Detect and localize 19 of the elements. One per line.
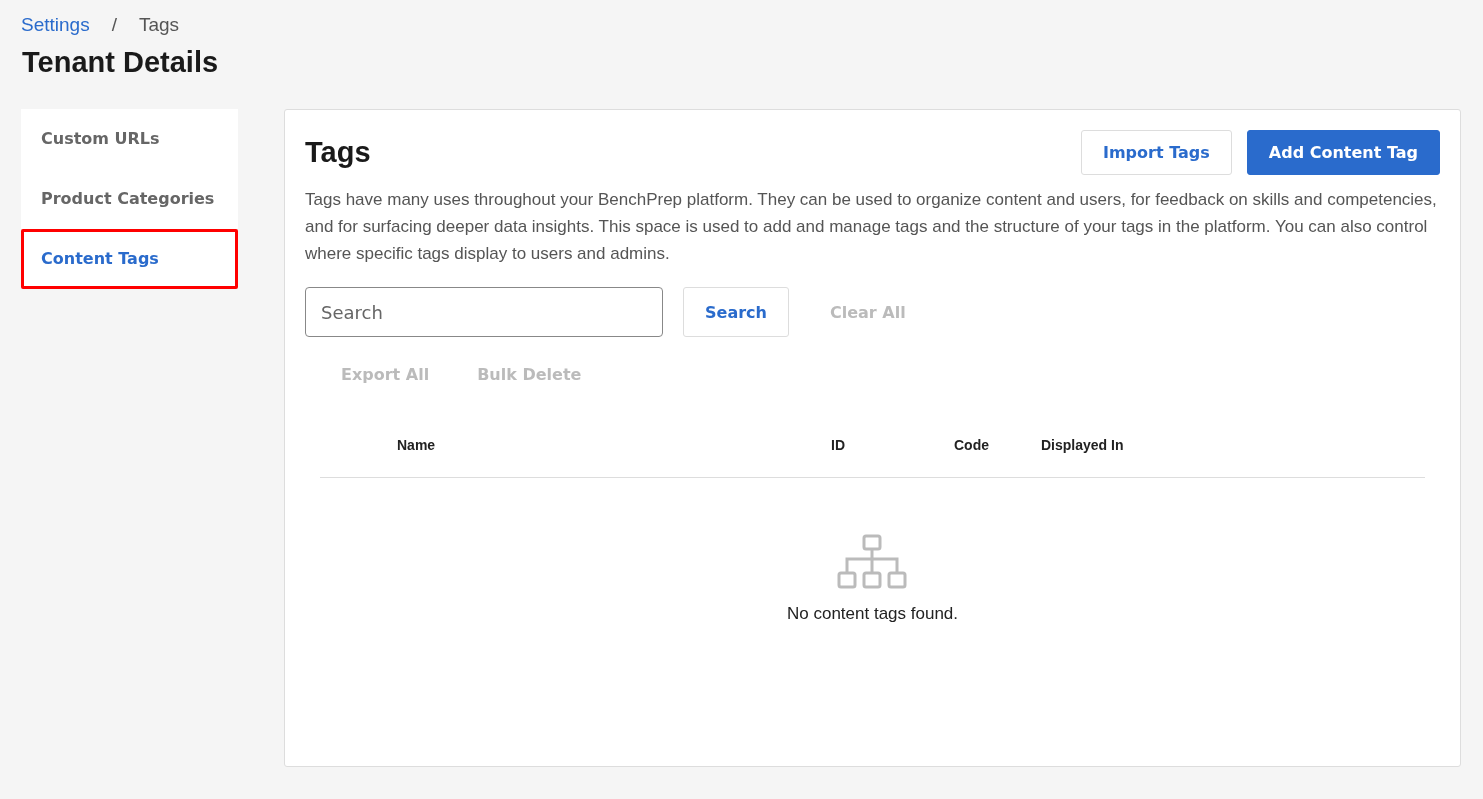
description-text: Tags have many uses throughout your BenchPrep platform. They can be used to organize content and users, for feedback on skills and competencies, and for surfacing deeper data insights. This space is used to add and manage tags and the structure of your tags in the platform. You can also control where specific tags display to users and admins.	[305, 189, 1438, 265]
search-field[interactable]: Search	[305, 287, 663, 337]
empty-message: No content tags found.	[786, 604, 959, 624]
add-button[interactable]: Add Content Tag	[1246, 130, 1440, 175]
page-title: Tenant Details	[22, 46, 220, 79]
hierarchy-icon	[836, 534, 909, 590]
panel-title: Tags	[305, 136, 371, 169]
breadcrumb-separator: /	[111, 14, 117, 36]
column-header: Code	[954, 437, 989, 453]
breadcrumb-current: Tags	[138, 14, 180, 36]
column-header: Name	[397, 437, 436, 453]
sidebar-item[interactable]: Product Categories	[21, 169, 238, 229]
import-button[interactable]: Import Tags	[1081, 130, 1232, 175]
search-button[interactable]: Search	[683, 287, 789, 337]
column-header: ID	[831, 437, 845, 453]
sidebar-item[interactable]: Custom URLs	[21, 109, 238, 169]
sidebar-item[interactable]: Content Tags	[21, 229, 238, 289]
column-header: Displayed In	[1041, 437, 1124, 453]
breadcrumb-link[interactable]: Settings	[21, 14, 90, 36]
